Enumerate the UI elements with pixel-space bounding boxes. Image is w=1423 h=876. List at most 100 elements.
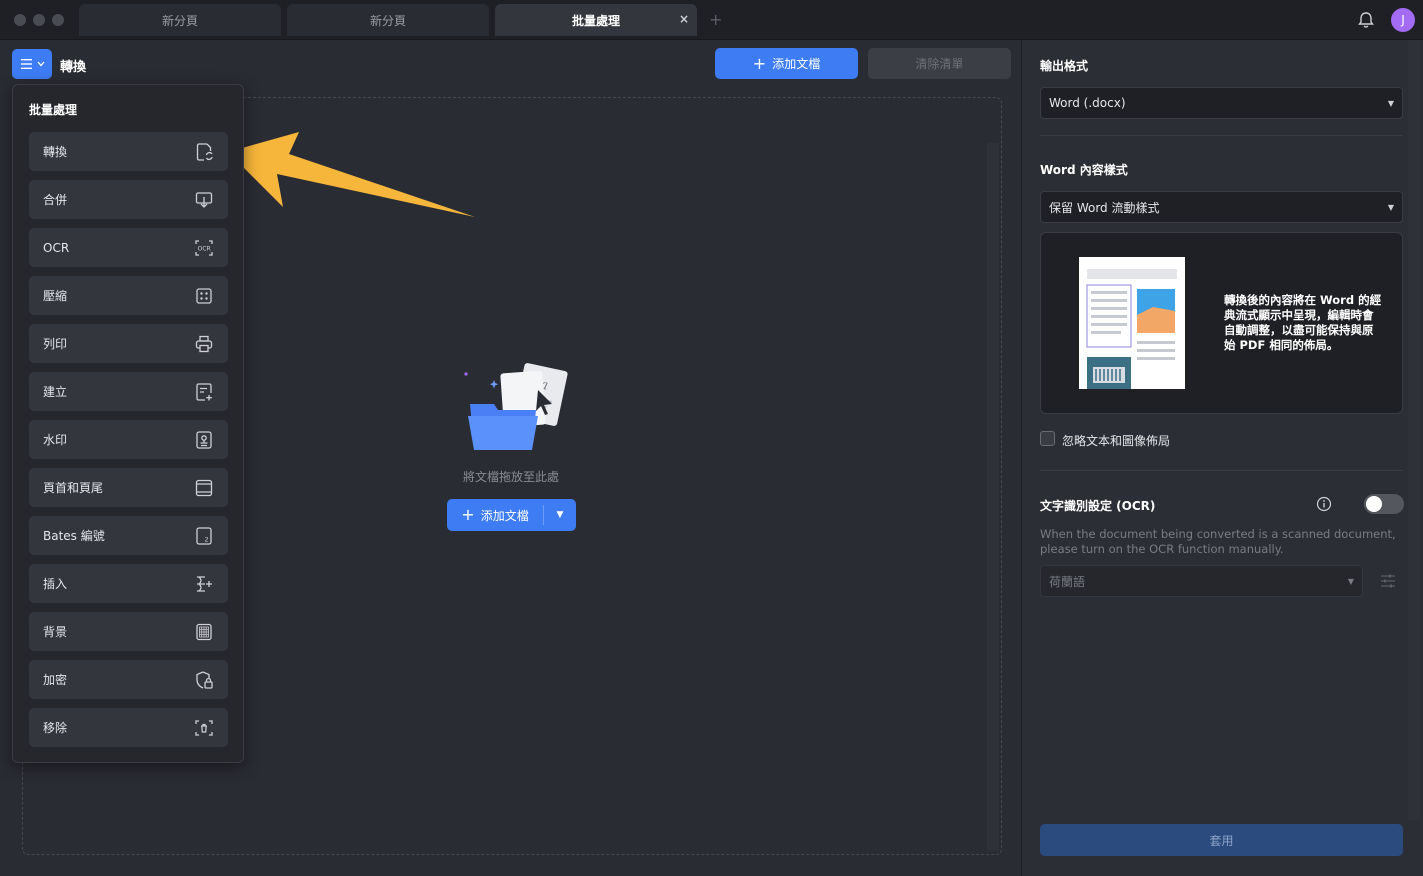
ocr-language-select[interactable]: 荷蘭語 ▼ — [1040, 565, 1363, 597]
menu-item-label: 頁首和頁尾 — [43, 479, 103, 496]
encrypt-icon — [194, 670, 214, 690]
menu-item-encrypt[interactable]: 加密 — [29, 660, 228, 699]
tab-label: 新分頁 — [370, 12, 406, 29]
remove-icon — [194, 718, 214, 738]
svg-text:2: 2 — [205, 535, 209, 543]
word-style-select[interactable]: 保留 Word 流動樣式 ▼ — [1040, 191, 1403, 223]
add-tab-icon[interactable]: + — [709, 10, 722, 29]
menu-item-label: 水印 — [43, 431, 67, 448]
menu-item-label: 列印 — [43, 335, 67, 352]
word-style-value: 保留 Word 流動樣式 — [1049, 199, 1159, 216]
ocr-description: When the document being converted is a s… — [1040, 527, 1400, 557]
apply-label: 套用 — [1209, 832, 1233, 849]
menu-item-label: 合併 — [43, 191, 67, 208]
printer-icon — [194, 334, 214, 354]
divider — [1040, 135, 1403, 136]
ocr-toggle[interactable] — [1364, 494, 1404, 514]
header-footer-icon — [194, 478, 214, 498]
menu-item-print[interactable]: 列印 — [29, 324, 228, 363]
menu-item-label: 加密 — [43, 671, 67, 688]
tab-close-icon[interactable]: × — [679, 12, 689, 26]
drop-hint-text: 將文檔拖放至此處 — [411, 468, 611, 485]
menu-item-header-footer[interactable]: 頁首和頁尾 — [29, 468, 228, 507]
clear-list-button[interactable]: 清除清單 — [868, 48, 1011, 79]
output-format-select[interactable]: Word (.docx) ▼ — [1040, 87, 1403, 119]
insert-icon — [194, 574, 214, 594]
menu-toggle-button[interactable] — [12, 49, 52, 79]
menu-item-label: 移除 — [43, 719, 67, 736]
chevron-down-icon: ▼ — [1388, 99, 1394, 108]
menu-item-remove[interactable]: 移除 — [29, 708, 228, 747]
title-bar: 新分頁 新分頁 批量處理 × + J — [0, 0, 1423, 40]
menu-item-convert[interactable]: 轉換 — [29, 132, 228, 171]
menu-item-merge[interactable]: 合併 — [29, 180, 228, 219]
ignore-layout-label: 忽略文本和圖像佈局 — [1062, 432, 1170, 449]
tab-label: 新分頁 — [162, 12, 198, 29]
toggle-knob — [1366, 496, 1382, 512]
menu-item-label: 建立 — [43, 383, 67, 400]
ocr-settings-sliders-icon[interactable] — [1378, 571, 1398, 591]
settings-scrollbar[interactable] — [1408, 40, 1420, 820]
menu-item-watermark[interactable]: 水印 — [29, 420, 228, 459]
window-close-dot[interactable] — [14, 14, 26, 26]
add-files-center-button[interactable]: + 添加文檔 — [447, 507, 543, 524]
merge-icon — [194, 190, 214, 210]
pointer-arrow-annotation — [225, 92, 480, 222]
menu-heading: 批量處理 — [29, 101, 77, 118]
menu-item-ocr[interactable]: OCR OCR — [29, 228, 228, 267]
main-scrollbar[interactable] — [987, 143, 999, 851]
menu-item-compress[interactable]: 壓縮 — [29, 276, 228, 315]
folder-documents-illustration-icon: Aa — [458, 358, 568, 458]
window-zoom-dot[interactable] — [52, 14, 64, 26]
menu-item-bates-number[interactable]: Bates 編號 2 — [29, 516, 228, 555]
notification-bell-icon[interactable] — [1356, 10, 1376, 30]
info-icon[interactable] — [1316, 496, 1332, 512]
menu-item-label: 插入 — [43, 575, 67, 592]
add-files-label: 添加文檔 — [772, 55, 820, 72]
menu-item-label: 背景 — [43, 623, 67, 640]
add-files-split-button[interactable]: + 添加文檔 ▼ — [447, 499, 576, 531]
tab-batch-process[interactable]: 批量處理 × — [495, 4, 697, 36]
clear-list-label: 清除清單 — [915, 55, 963, 72]
svg-text:OCR: OCR — [198, 245, 211, 252]
settings-panel: 輸出格式 Word (.docx) ▼ Word 內容樣式 保留 Word 流動… — [1021, 40, 1423, 876]
tab-new-2[interactable]: 新分頁 — [287, 4, 489, 36]
flowing-layout-preview-icon — [1079, 257, 1185, 389]
menu-item-label: Bates 編號 — [43, 527, 105, 544]
background-icon — [194, 622, 214, 642]
ignore-layout-checkbox[interactable] — [1040, 431, 1055, 446]
watermark-icon — [194, 430, 214, 450]
menu-item-create[interactable]: 建立 — [29, 372, 228, 411]
output-format-label: 輸出格式 — [1040, 57, 1088, 74]
user-avatar[interactable]: J — [1391, 8, 1415, 32]
bates-number-icon: 2 — [194, 526, 214, 546]
window-minimize-dot[interactable] — [33, 14, 45, 26]
plus-icon: + — [461, 509, 474, 521]
plus-icon: + — [753, 58, 766, 70]
compress-icon — [194, 286, 214, 306]
menu-item-label: OCR — [43, 241, 69, 255]
chevron-down-icon: ▼ — [1388, 203, 1394, 212]
divider — [1040, 470, 1403, 471]
tab-new-1[interactable]: 新分頁 — [79, 4, 281, 36]
batch-process-menu: 批量處理 轉換 合併 OCR OCR 壓縮 列印 建立 水印 頁首和頁尾 Bat… — [12, 84, 244, 763]
create-icon — [194, 382, 214, 402]
chevron-down-icon: ▼ — [1348, 577, 1354, 586]
menu-icon — [20, 58, 34, 70]
output-format-value: Word (.docx) — [1049, 96, 1126, 110]
add-files-center-label: 添加文檔 — [481, 507, 529, 524]
apply-button[interactable]: 套用 — [1040, 824, 1403, 856]
ocr-icon: OCR — [194, 238, 214, 258]
word-style-preview-card: 轉換後的內容將在 Word 的經典流式顯示中呈現，編輯時會自動調整，以盡可能保持… — [1040, 232, 1403, 414]
menu-item-label: 壓縮 — [43, 287, 67, 304]
add-files-button[interactable]: + 添加文檔 — [715, 48, 858, 79]
convert-icon — [194, 142, 214, 162]
word-style-label: Word 內容樣式 — [1040, 161, 1128, 178]
page-title: 轉換 — [60, 56, 86, 75]
ocr-language-value: 荷蘭語 — [1049, 573, 1085, 590]
menu-item-insert[interactable]: 插入 — [29, 564, 228, 603]
menu-item-background[interactable]: 背景 — [29, 612, 228, 651]
menu-item-label: 轉換 — [43, 143, 67, 160]
add-files-dropdown-caret-icon[interactable]: ▼ — [544, 510, 576, 520]
chevron-down-icon — [37, 61, 45, 67]
